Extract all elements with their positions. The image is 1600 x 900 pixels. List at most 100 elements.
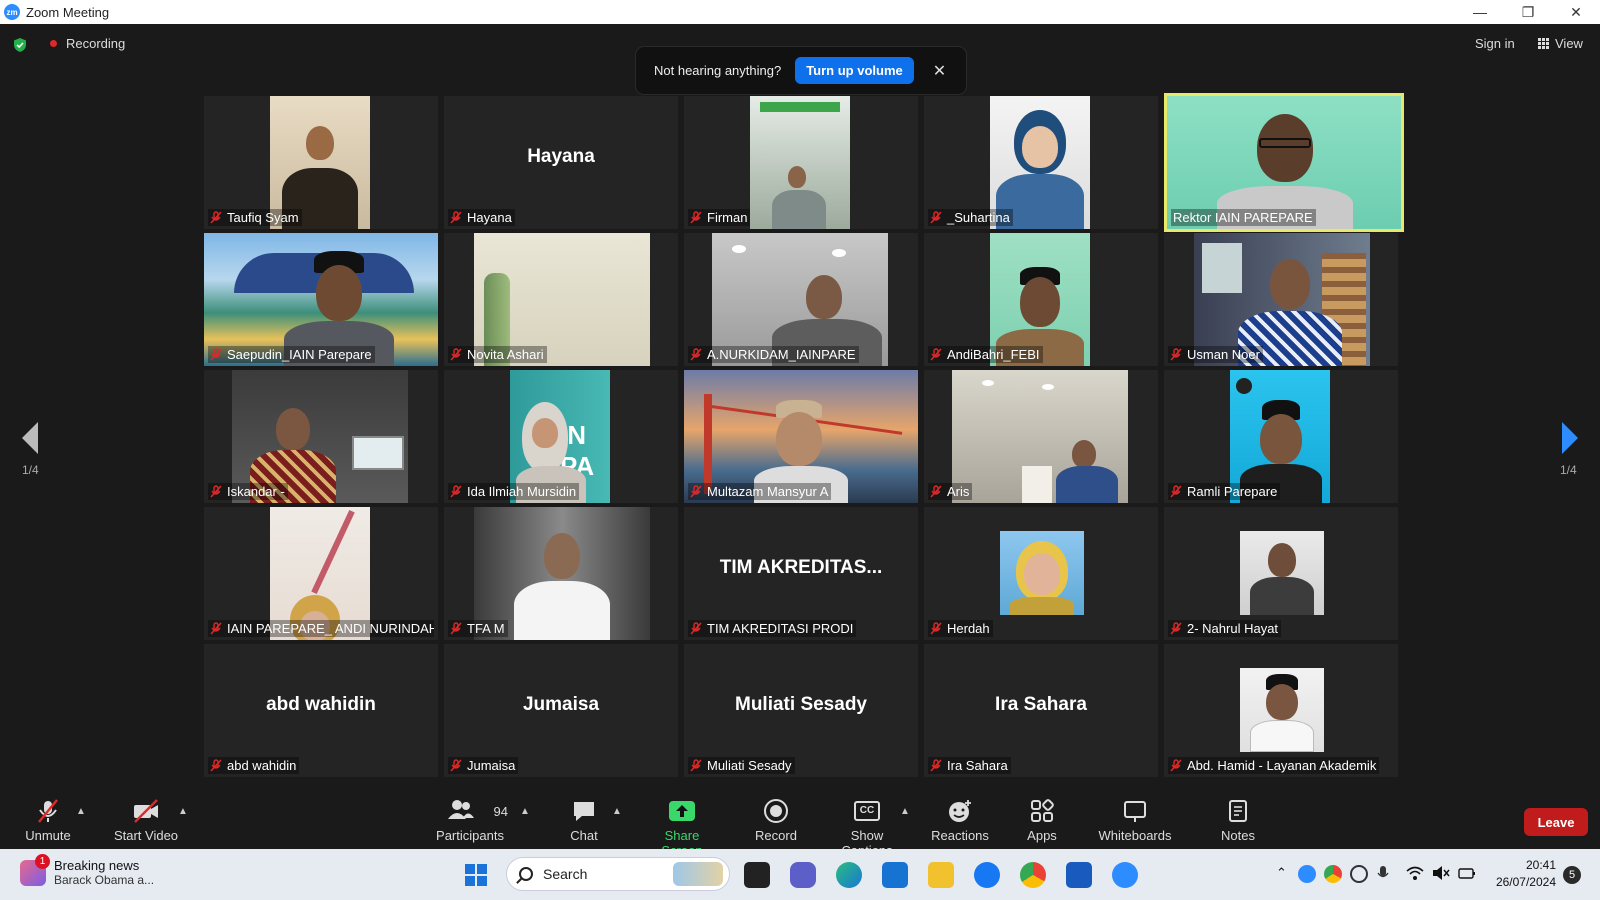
participant-tile[interactable]: A.NURKIDAM_IAINPARE [684,233,918,366]
muted-mic-icon [210,348,222,361]
record-icon [764,799,788,823]
participant-tile[interactable]: Ira Sahara Ira Sahara [924,644,1158,777]
turn-up-volume-button[interactable]: Turn up volume [795,57,914,84]
notes-icon [1229,800,1247,822]
sign-in-button[interactable]: Sign in [1475,36,1515,51]
close-window-button[interactable]: ✕ [1552,4,1600,21]
participant-tile[interactable]: Abd. Hamid - Layanan Akademik [1164,644,1398,777]
audio-options-caret-icon[interactable]: ▲ [76,806,86,817]
participant-tile[interactable]: Usman Noer [1164,233,1398,366]
minimize-button[interactable]: — [1456,4,1504,21]
previous-page-arrow-icon[interactable] [18,418,42,458]
cloud-tray-icon[interactable] [1350,865,1368,883]
taskbar-search-box[interactable]: Search [506,857,730,891]
news-widget[interactable]: 1 Breaking news Barack Obama a... [20,853,154,887]
muted-mic-icon [210,759,222,772]
participant-name: Hayana [448,209,515,226]
page-indicator-right: 1/4 [1560,463,1577,477]
edge-browser-icon[interactable] [836,862,862,888]
participant-tile[interactable]: Herdah [924,507,1158,640]
chat-bubble-icon [574,802,594,821]
clock-date: 26/07/2024 [1495,875,1556,889]
teams-chat-icon[interactable] [790,862,816,888]
restore-button[interactable]: ❐ [1504,4,1552,21]
microphone-tray-icon[interactable] [1376,865,1390,883]
captions-caret-icon[interactable]: ▲ [900,806,910,817]
participant-name: abd wahidin [208,757,300,774]
muted-mic-icon [1170,348,1182,361]
participant-tile[interactable]: Aris [924,370,1158,503]
participant-tile[interactable]: Saepudin_IAIN Parepare [204,233,438,366]
leave-meeting-button[interactable]: Leave [1524,808,1588,836]
record-button[interactable]: Record [750,798,802,843]
participant-tile[interactable]: Hayana Hayana [444,96,678,229]
wifi-icon[interactable] [1406,865,1424,881]
shield-icon[interactable] [12,37,28,53]
participant-tile-active-speaker[interactable]: Rektor IAIN PAREPARE [1164,93,1404,232]
participant-tile[interactable]: IN PA Ida Ilmiah Mursidin [444,370,678,503]
participant-tile[interactable]: TIM AKREDITAS... TIM AKREDITASI PRODI [684,507,918,640]
reactions-button[interactable]: Reactions [930,798,990,843]
close-banner-icon[interactable]: ✕ [933,61,946,81]
microsoft-store-icon[interactable] [882,862,908,888]
zoom-tray-icon[interactable] [1298,865,1316,883]
battery-icon[interactable] [1458,865,1476,881]
task-view-icon[interactable] [744,862,770,888]
unmute-button[interactable]: Unmute [20,798,76,843]
chat-button[interactable]: Chat [560,798,608,843]
news-widget-icon: 1 [20,853,50,886]
participant-tile[interactable]: Firman [684,96,918,229]
participant-tile[interactable]: abd wahidin abd wahidin [204,644,438,777]
search-highlight-icon [673,862,723,886]
participants-icon [447,800,474,819]
next-page-arrow-icon[interactable] [1558,418,1582,458]
muted-mic-icon [1170,759,1182,772]
participant-tile[interactable]: Novita Ashari [444,233,678,366]
whiteboard-icon [1124,801,1146,822]
participant-name: Novita Ashari [448,346,547,363]
file-explorer-icon[interactable] [928,862,954,888]
whiteboards-button[interactable]: Whiteboards [1098,798,1172,843]
smiley-face-icon [949,800,971,822]
apps-icon [1031,799,1054,822]
participant-name: TFA M [448,620,508,637]
muted-mic-icon [450,348,462,361]
participants-caret-icon[interactable]: ▲ [520,806,530,817]
chrome-browser-icon[interactable] [1020,862,1046,888]
system-clock[interactable]: 20:41 26/07/2024 [1486,857,1556,891]
participant-tile[interactable]: 2- Nahrul Hayat [1164,507,1398,640]
participant-name: Aris [928,483,973,500]
participants-button[interactable]: 94 Participants [432,798,508,843]
notification-count-badge[interactable]: 5 [1563,866,1581,884]
apps-button[interactable]: Apps [1020,798,1064,843]
chrome-tray-icon[interactable] [1324,865,1342,883]
view-button[interactable]: View [1538,36,1583,51]
windows-start-icon[interactable] [464,863,488,887]
muted-mic-icon [1170,485,1182,498]
word-icon[interactable] [1066,862,1092,888]
participant-tile[interactable]: Ramli Parepare [1164,370,1398,503]
closed-captions-icon: CC [854,801,880,821]
start-video-button[interactable]: Start Video [108,798,184,843]
speaker-muted-icon[interactable] [1432,865,1450,881]
windows-taskbar: 1 Breaking news Barack Obama a... Search… [0,849,1600,900]
participant-tile[interactable]: Jumaisa Jumaisa [444,644,678,777]
participant-tile[interactable]: Multazam Mansyur A [684,370,918,503]
video-options-caret-icon[interactable]: ▲ [178,806,188,817]
notes-button[interactable]: Notes [1218,798,1258,843]
participant-tile[interactable]: AndiBahri_FEBI [924,233,1158,366]
recording-indicator[interactable]: Recording [50,36,125,51]
participant-tile[interactable]: IAIN PAREPARE_ ANDI NURINDAH... [204,507,438,640]
participant-tile[interactable]: Muliati Sesady Muliati Sesady [684,644,918,777]
facebook-icon[interactable] [974,862,1000,888]
chat-caret-icon[interactable]: ▲ [612,806,622,817]
participant-name: IAIN PAREPARE_ ANDI NURINDAH... [208,620,434,637]
muted-mic-icon [210,211,222,224]
zoom-app-icon[interactable] [1112,862,1138,888]
participant-tile[interactable]: Iskandar - [204,370,438,503]
show-hidden-icons-chevron-icon[interactable]: ⌃ [1276,865,1287,881]
participant-tile[interactable]: Taufiq Syam [204,96,438,229]
participant-tile[interactable]: _Suhartina [924,96,1158,229]
participant-tile[interactable]: TFA M [444,507,678,640]
muted-mic-icon [690,485,702,498]
